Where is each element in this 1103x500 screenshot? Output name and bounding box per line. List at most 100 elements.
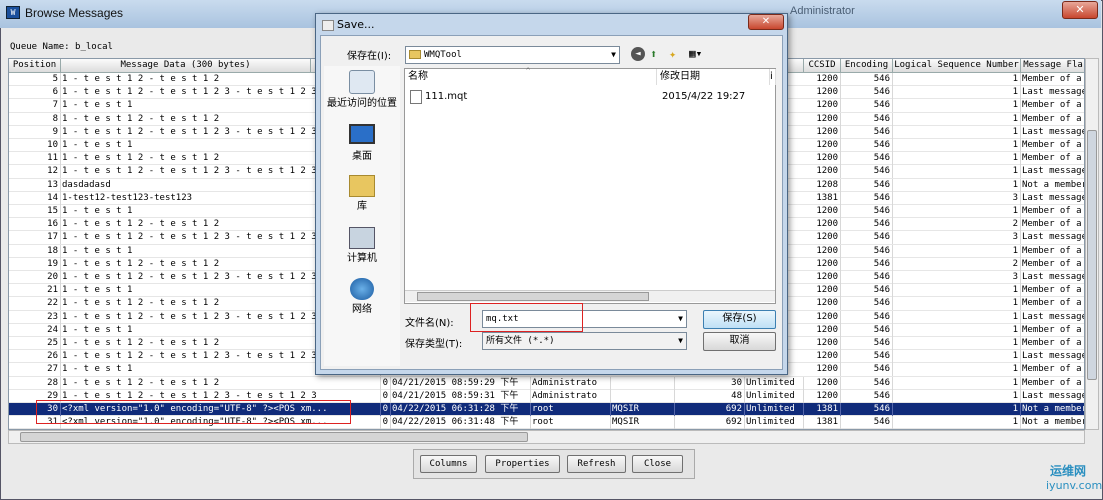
place-desktop-label: 桌面 xyxy=(352,151,372,162)
file-name[interactable]: 111.mqt xyxy=(425,91,467,102)
cell-lsn: 3 xyxy=(893,271,1021,284)
cell-enc: 546 xyxy=(841,416,893,429)
cell-enc: 546 xyxy=(841,257,893,271)
cell-lsn: 1 xyxy=(893,99,1021,113)
cell-user: root xyxy=(531,416,611,429)
cell-pos: 12 xyxy=(9,165,61,179)
properties-button[interactable]: Properties xyxy=(485,455,560,473)
file-list-hscroll[interactable] xyxy=(405,290,775,302)
cell-flag: Member of a xyxy=(1021,205,1084,218)
recent-places-icon xyxy=(349,70,375,94)
cell-enc: 546 xyxy=(841,337,893,350)
columns-button[interactable]: Columns xyxy=(420,455,477,473)
dialog-cancel-button[interactable]: 取消 xyxy=(703,332,776,351)
col-position[interactable]: Position xyxy=(9,59,61,73)
cell-ccsid: 1200 xyxy=(804,297,841,311)
cell-exp: Unlimited xyxy=(745,403,804,416)
desktop-icon xyxy=(349,124,375,144)
queue-name-label: Queue Name: b_local xyxy=(10,42,113,52)
cell-lsn: 1 xyxy=(893,310,1021,324)
save-in-combo[interactable]: WMQTool ▼ xyxy=(405,46,620,64)
place-recent[interactable]: 最近访问的位置 xyxy=(324,70,400,109)
cell-enc: 546 xyxy=(841,178,893,192)
cell-flag: Last message xyxy=(1022,166,1085,177)
close-button[interactable]: Close xyxy=(632,455,683,473)
file-col-name[interactable]: 名称 xyxy=(405,69,657,85)
cell-ccsid: 1200 xyxy=(804,257,841,271)
cell-enc: 546 xyxy=(841,271,893,284)
cell-pos: 6 xyxy=(9,86,61,100)
place-network[interactable]: 网络 xyxy=(324,278,400,315)
file-col-more[interactable]: i xyxy=(770,69,776,85)
cell-lsn: 1 xyxy=(893,86,1021,100)
col-ccsid[interactable]: CCSID xyxy=(804,59,841,73)
cell-lsn: 1 xyxy=(893,112,1021,126)
place-network-label: 网络 xyxy=(352,304,372,315)
refresh-button[interactable]: Refresh xyxy=(567,455,626,473)
new-folder-icon[interactable]: ✦ xyxy=(669,47,683,61)
horizontal-scroll-thumb[interactable] xyxy=(20,432,528,442)
place-desktop[interactable]: 桌面 xyxy=(324,124,400,162)
file-col-date[interactable]: 修改日期 xyxy=(657,69,770,85)
place-library[interactable]: 库 xyxy=(324,175,400,212)
cell-zero: 0 xyxy=(381,376,391,390)
cell-flag: Member of a xyxy=(1021,113,1084,126)
dialog-close-button[interactable]: ✕ xyxy=(748,14,784,30)
cell-lsn: 1 xyxy=(893,139,1021,152)
cell-flag: Member of a xyxy=(1021,218,1084,231)
cell-lsn: 1 xyxy=(893,337,1021,350)
cell-ccsid: 1200 xyxy=(804,284,841,298)
cell-pos: 16 xyxy=(9,218,61,232)
col-encoding[interactable]: Encoding xyxy=(841,59,893,73)
cell-ccsid: 1200 xyxy=(804,152,841,166)
filetype-select[interactable]: 所有文件 (*.*) ▼ xyxy=(482,332,687,350)
cell-flag: Last message xyxy=(1022,390,1085,401)
cell-put xyxy=(611,389,675,403)
cell-enc: 546 xyxy=(841,125,893,139)
cell-lsn: 1 xyxy=(893,73,1021,86)
cell-enc: 546 xyxy=(841,73,893,86)
vertical-scroll-thumb[interactable] xyxy=(1087,130,1097,380)
chevron-down-icon: ▼ xyxy=(678,314,683,323)
cell-pos: 20 xyxy=(9,271,61,284)
place-recent-label: 最近访问的位置 xyxy=(327,98,397,109)
cell-flag: Last message xyxy=(1022,232,1085,243)
cell-pos: 23 xyxy=(9,310,61,324)
up-folder-icon[interactable]: ⬆ xyxy=(650,47,664,61)
file-list-hscroll-thumb[interactable] xyxy=(417,292,649,301)
cell-zero: 0 xyxy=(381,389,391,403)
back-icon[interactable]: ◄ xyxy=(631,47,645,61)
cell-pos: 25 xyxy=(9,337,61,350)
cell-ccsid: 1200 xyxy=(804,99,841,113)
file-list xyxy=(404,68,776,304)
cell-exp: Unlimited xyxy=(745,389,804,403)
cell-flag: Member of a xyxy=(1021,152,1084,165)
sort-arrow-icon: ^ xyxy=(526,67,531,75)
dialog-save-button[interactable]: 保存(S) xyxy=(703,310,776,329)
cell-lsn: 1 xyxy=(893,205,1021,218)
app-icon: W xyxy=(6,6,20,19)
cell-enc: 546 xyxy=(841,310,893,324)
cell-put: MQSIR xyxy=(611,416,675,429)
table-row[interactable]: 28 1 - t e s t 1 2 - t e s t 1 2 0 04/21/20… xyxy=(9,376,1084,390)
cell-pos: 13 xyxy=(9,178,61,192)
cell-pos: 8 xyxy=(9,112,61,126)
view-menu-icon[interactable]: ▦▾ xyxy=(689,47,711,61)
cell-lsn: 2 xyxy=(893,257,1021,271)
place-computer[interactable]: 计算机 xyxy=(324,227,400,264)
cell-ccsid: 1200 xyxy=(804,218,841,232)
cell-flag: Not a member xyxy=(1022,417,1085,428)
cell-pos: 15 xyxy=(9,205,61,218)
cell-pos: 19 xyxy=(9,257,61,271)
save-in-label: 保存在(I): xyxy=(347,51,392,62)
col-logical-sequence-number[interactable]: Logical Sequence Number xyxy=(893,59,1021,73)
filetype-value: 所有文件 (*.*) xyxy=(486,336,555,346)
cell-flag: Member of a xyxy=(1021,245,1084,258)
cell-pos: 7 xyxy=(9,99,61,113)
cell-date: 04/22/2015 06:31:28 下午 xyxy=(391,403,531,416)
cell-flag: Not a member xyxy=(1022,179,1085,190)
cell-flag: Last message xyxy=(1022,311,1085,322)
col-message-flags[interactable]: Message Fla xyxy=(1021,59,1084,73)
window-close-button[interactable]: ✕ xyxy=(1062,1,1098,19)
col-message-data[interactable]: Message Data (300 bytes) xyxy=(61,59,311,73)
